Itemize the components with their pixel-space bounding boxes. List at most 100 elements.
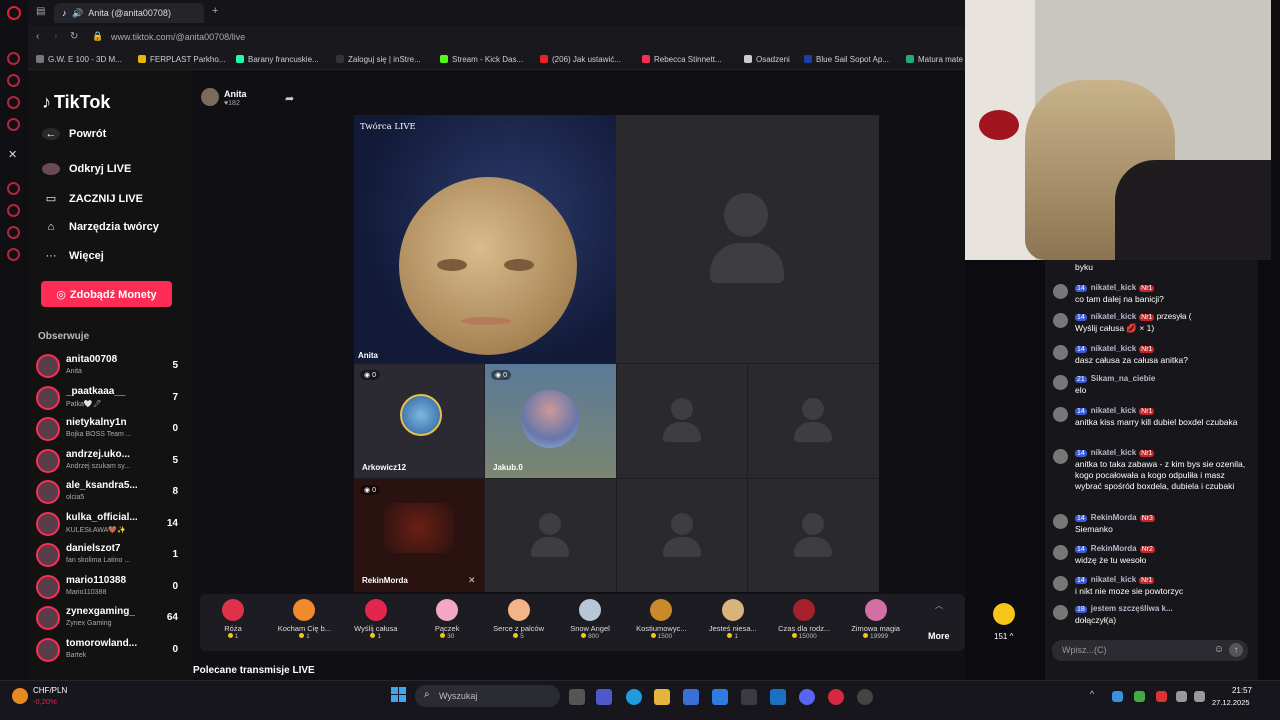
- chat-username[interactable]: nikatel_kick: [1091, 448, 1136, 457]
- chat-input[interactable]: Wpisz...(C) ☺ ↑: [1052, 640, 1248, 661]
- avatar[interactable]: [1053, 375, 1068, 390]
- chat-username[interactable]: Sikam_na_ciebie: [1091, 374, 1155, 383]
- chat-username[interactable]: nikatel_kick: [1091, 406, 1136, 415]
- settings-icon[interactable]: [7, 248, 20, 261]
- tiktok-logo[interactable]: ♪ TikTok: [42, 92, 110, 113]
- sidebar-app-icon[interactable]: [7, 118, 20, 131]
- sidebar-app-icon[interactable]: [7, 226, 20, 239]
- discord-icon[interactable]: [799, 689, 815, 705]
- avatar[interactable]: [1053, 449, 1068, 464]
- chat-username[interactable]: RekinMorda: [1091, 513, 1137, 522]
- following-item[interactable]: tomorowland... Bartek 0: [36, 636, 182, 666]
- coin-balance[interactable]: 151 ^: [994, 632, 1013, 641]
- emoji-icon[interactable]: ☺: [1214, 644, 1224, 655]
- sidebar-app-icon[interactable]: [7, 52, 20, 65]
- edge-icon[interactable]: [626, 689, 642, 705]
- following-item[interactable]: andrzej.uko... Andrzej szukam sy... 5: [36, 447, 182, 477]
- sidebar-app-icon[interactable]: [7, 182, 20, 195]
- following-item[interactable]: zynexgaming_ Zynex Gaming 64: [36, 604, 182, 634]
- app-icon[interactable]: [770, 689, 786, 705]
- chat-username[interactable]: nikatel_kick: [1091, 283, 1136, 292]
- nav-discover-live[interactable]: Odkryj LIVE: [42, 163, 131, 175]
- guest-cell-jakub[interactable]: ◉ 0 Jakub.0: [485, 364, 616, 478]
- nav-start-live[interactable]: ▭ ZACZNIJ LIVE: [42, 192, 143, 205]
- gift-item[interactable]: Róża 1: [197, 599, 269, 640]
- tray-icon[interactable]: [1134, 691, 1145, 702]
- avatar[interactable]: [1053, 605, 1068, 620]
- tab-menu-icon[interactable]: ▤: [36, 6, 45, 17]
- avatar[interactable]: [1053, 545, 1068, 560]
- nav-creator-tools[interactable]: ⌂ Narzędzia twórcy: [42, 221, 159, 233]
- teams-icon[interactable]: [596, 689, 612, 705]
- back-link[interactable]: ← Powrót: [42, 128, 106, 140]
- chat-username[interactable]: nikatel_kick: [1091, 312, 1136, 321]
- get-coins-button[interactable]: ◎ Zdobądź Monety: [41, 281, 172, 307]
- network-icon[interactable]: [1176, 691, 1187, 702]
- gift-item[interactable]: Czas dla rodz... 15000: [768, 599, 840, 640]
- empty-seat[interactable]: [617, 479, 747, 592]
- host-name[interactable]: Anita: [224, 89, 247, 99]
- send-icon[interactable]: ↑: [1229, 643, 1243, 657]
- bookmark-item[interactable]: Blue Sail Sopot Ap...: [804, 55, 889, 64]
- file-explorer-icon[interactable]: [654, 689, 670, 705]
- following-item[interactable]: _paatkaaa__ Patka🤍🖋 7: [36, 384, 182, 414]
- mic-icon[interactable]: [1156, 691, 1167, 702]
- gift-item[interactable]: Snow Angel 800: [554, 599, 626, 640]
- taskbar-search[interactable]: ⌕ Wyszukaj: [415, 685, 560, 707]
- gift-item[interactable]: Wyślij całusa 1: [340, 599, 412, 640]
- guest-cell-rekinmorda[interactable]: ◉ 0 RekinMorda ✕: [354, 479, 484, 592]
- app-icon[interactable]: [741, 689, 757, 705]
- following-item[interactable]: kulka_official... KULESŁAWA🤎✨ 14: [36, 510, 182, 540]
- back-icon[interactable]: ‹: [36, 31, 39, 42]
- gift-item[interactable]: Zimowa magia 19999: [840, 599, 912, 640]
- bookmark-item[interactable]: Rebecca Stinnett...: [642, 55, 722, 64]
- chat-username[interactable]: nikatel_kick: [1091, 344, 1136, 353]
- clock-time[interactable]: 21:57: [1228, 686, 1252, 695]
- avatar[interactable]: [1053, 284, 1068, 299]
- ticker-name[interactable]: CHF/PLN: [33, 686, 67, 695]
- following-item[interactable]: anita00708 Anita 5: [36, 352, 182, 382]
- host-video-cell[interactable]: Twórca LIVE Anita: [354, 115, 616, 363]
- sidebar-app-icon[interactable]: [7, 96, 20, 109]
- empty-seat[interactable]: [748, 364, 879, 478]
- chat-username[interactable]: nikatel_kick: [1091, 575, 1136, 584]
- x-icon[interactable]: ✕: [8, 148, 17, 161]
- guest-cell-arkowicz12[interactable]: ◉ 0 Arkowicz12: [354, 364, 484, 478]
- clock-date[interactable]: 27.12.2025: [1212, 698, 1250, 707]
- tab-active[interactable]: ♪ 🔊 Anita (@anita00708): [54, 3, 204, 23]
- gift-item[interactable]: Kostiumowyc... 1500: [625, 599, 697, 640]
- tray-icon[interactable]: [1112, 691, 1123, 702]
- opera-logo-icon[interactable]: [7, 6, 21, 20]
- app-icon[interactable]: [857, 689, 873, 705]
- empty-seat[interactable]: [485, 479, 616, 592]
- windows-start-icon[interactable]: [391, 687, 407, 703]
- forward-icon[interactable]: ›: [54, 31, 57, 42]
- avatar[interactable]: [1053, 313, 1068, 328]
- chat-username[interactable]: RekinMorda: [1091, 544, 1137, 553]
- chat-username[interactable]: jestem szczęśliwa k...: [1091, 604, 1173, 613]
- bookmark-item[interactable]: Stream - Kick Das...: [440, 55, 523, 64]
- avatar[interactable]: [1053, 576, 1068, 591]
- avatar[interactable]: [1053, 407, 1068, 422]
- chevron-up-icon[interactable]: ^: [1090, 689, 1094, 699]
- gift-item[interactable]: Jesteś niesa... 1: [697, 599, 769, 640]
- following-item[interactable]: nietykalny1n Bojka BOSS Team ... 0: [36, 415, 182, 445]
- task-view-icon[interactable]: [569, 689, 585, 705]
- bookmark-item[interactable]: FERPLAST Parkho...: [138, 55, 225, 64]
- avatar[interactable]: [1053, 345, 1068, 360]
- coin-balance-icon[interactable]: [993, 603, 1015, 625]
- store-icon[interactable]: [683, 689, 699, 705]
- following-item[interactable]: danielszot7 fan skolima Latino ... 1: [36, 541, 182, 571]
- opera-icon[interactable]: [828, 689, 844, 705]
- chevron-up-icon[interactable]: ︿: [928, 600, 950, 618]
- bookmark-item[interactable]: Barany francuskie...: [236, 55, 319, 64]
- following-item[interactable]: ale_ksandra5... olcia5 8: [36, 478, 182, 508]
- host-avatar[interactable]: [201, 88, 219, 106]
- more-gifts-button[interactable]: More: [928, 631, 950, 641]
- bookmark-item[interactable]: Matura mate: [906, 55, 963, 64]
- nav-more[interactable]: ··· Więcej: [42, 250, 104, 262]
- empty-seat[interactable]: [617, 364, 747, 478]
- bookmark-item[interactable]: (206) Jak ustawić...: [540, 55, 621, 64]
- bookmark-item[interactable]: Osadzeni: [744, 55, 790, 64]
- sidebar-app-icon[interactable]: [7, 204, 20, 217]
